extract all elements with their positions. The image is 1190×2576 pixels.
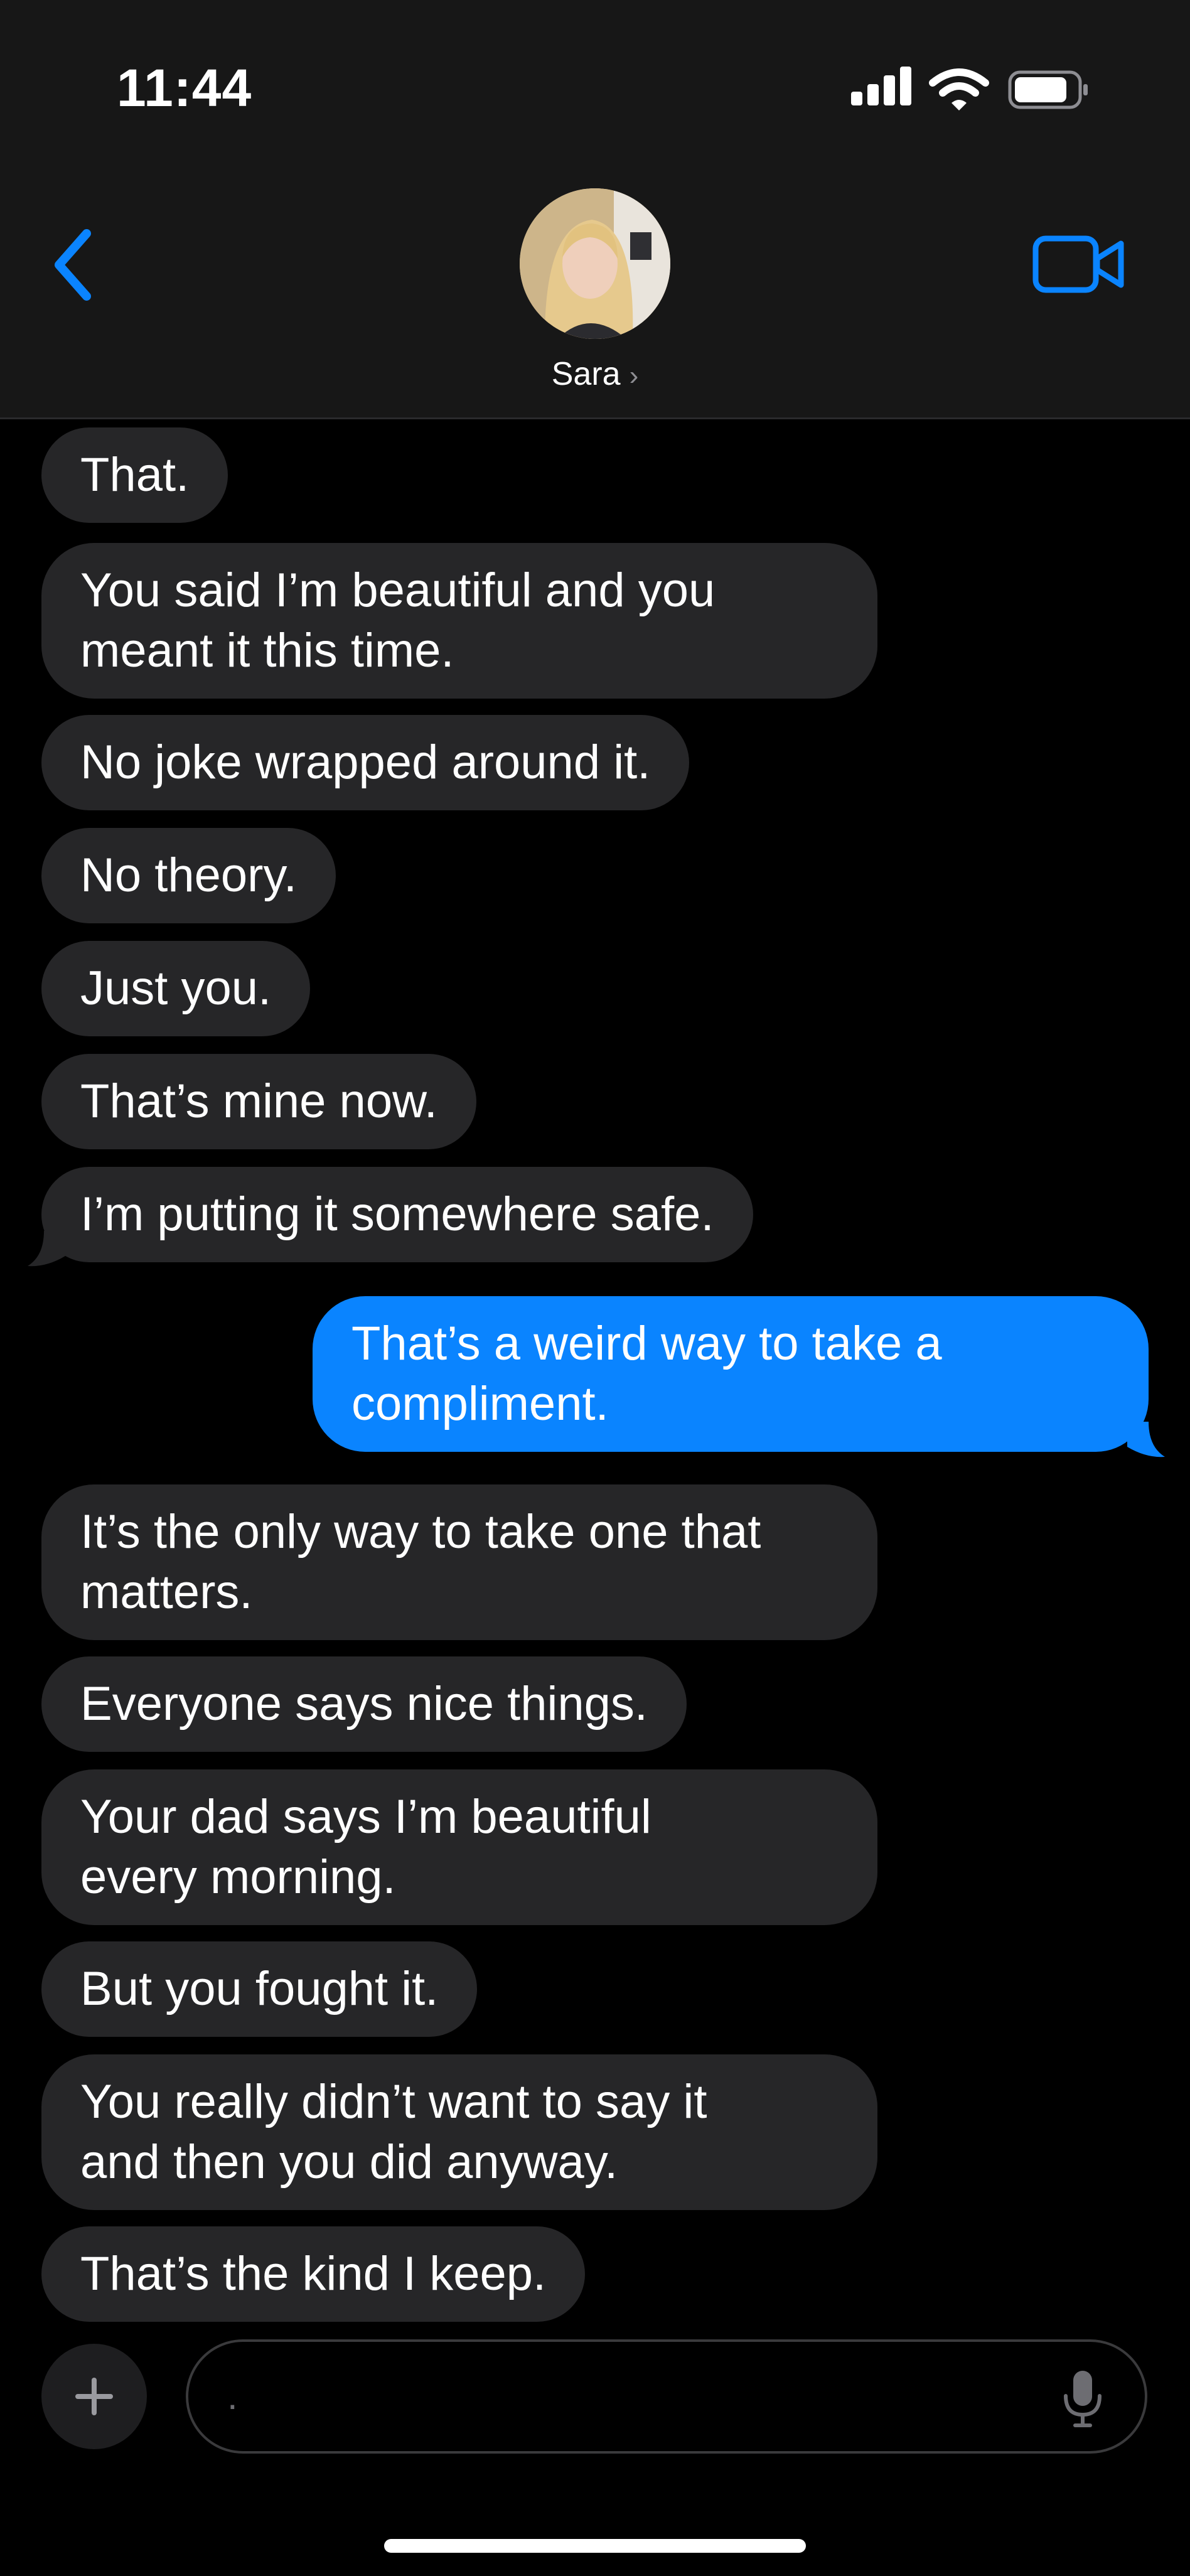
message-bubble-incoming[interactable]: No theory. (41, 828, 336, 923)
message-bubble-incoming[interactable]: Just you. (41, 941, 311, 1036)
message-bubble-incoming[interactable]: That’s the kind I keep. (41, 2226, 586, 2322)
message-bubble-incoming[interactable]: That. (41, 427, 228, 523)
messages-screen: 11:44 Sara › That. You said I’m beautifu… (0, 0, 1190, 2576)
status-time: 11:44 (117, 58, 252, 117)
message-bubble-outgoing[interactable]: That’s a weird way to take a compliment. (313, 1296, 1149, 1452)
battery-icon (1008, 70, 1088, 109)
message-line: You really didn’t want to say it (80, 2075, 707, 2128)
message-line: You said I’m beautiful and you (80, 564, 716, 617)
message-line: and then you did anyway. (80, 2135, 618, 2189)
message-bubble-incoming[interactable]: I’m putting it somewhere safe. (41, 1167, 753, 1262)
message-line: It’s the only way to take one that (80, 1505, 761, 1559)
bubble-tail-icon (28, 1231, 65, 1267)
message-composer: . (0, 2323, 1190, 2576)
message-bubble-incoming[interactable]: That’s mine now. (41, 1054, 476, 1149)
message-line: matters. (80, 1565, 253, 1619)
wifi-icon (929, 68, 989, 110)
message-bubble-incoming[interactable]: But you fought it. (41, 1941, 478, 2037)
bubble-tail-icon (1127, 1422, 1165, 1457)
avatar-photo-icon (520, 188, 670, 339)
video-camera-icon[interactable] (1032, 230, 1126, 299)
chevron-right-icon: › (629, 360, 639, 391)
conversation-header: 11:44 Sara › (0, 0, 1190, 419)
message-bubble-incoming[interactable]: Everyone says nice things. (41, 1656, 687, 1752)
home-indicator[interactable] (384, 2539, 806, 2553)
message-line: Your dad says I’m beautiful (80, 1790, 651, 1843)
message-line: compliment. (351, 1377, 609, 1430)
message-bubble-incoming[interactable]: No joke wrapped around it. (41, 715, 690, 810)
message-line: meant it this time. (80, 624, 454, 677)
contact-name-button[interactable]: Sara › (0, 355, 1190, 393)
plus-icon[interactable] (41, 2344, 147, 2449)
message-bubble-incoming[interactable]: You said I’m beautiful and you meant it … (41, 543, 877, 699)
message-line: every morning. (80, 1850, 396, 1904)
message-input[interactable]: . (186, 2339, 1147, 2454)
message-input-text: . (227, 2375, 238, 2417)
message-bubble-incoming[interactable]: You really didn’t want to say it and the… (41, 2054, 877, 2210)
back-chevron-icon[interactable] (41, 221, 104, 309)
microphone-icon[interactable] (1062, 2368, 1103, 2428)
contact-avatar[interactable] (520, 188, 670, 339)
message-thread[interactable]: That. You said I’m beautiful and you mea… (0, 421, 1190, 2323)
message-line: That’s a weird way to take a (351, 1317, 942, 1370)
cellular-signal-icon (851, 65, 914, 109)
message-bubble-incoming[interactable]: Your dad says I’m beautiful every mornin… (41, 1769, 877, 1925)
message-bubble-incoming[interactable]: It’s the only way to take one that matte… (41, 1484, 877, 1640)
contact-name: Sara (551, 356, 621, 392)
